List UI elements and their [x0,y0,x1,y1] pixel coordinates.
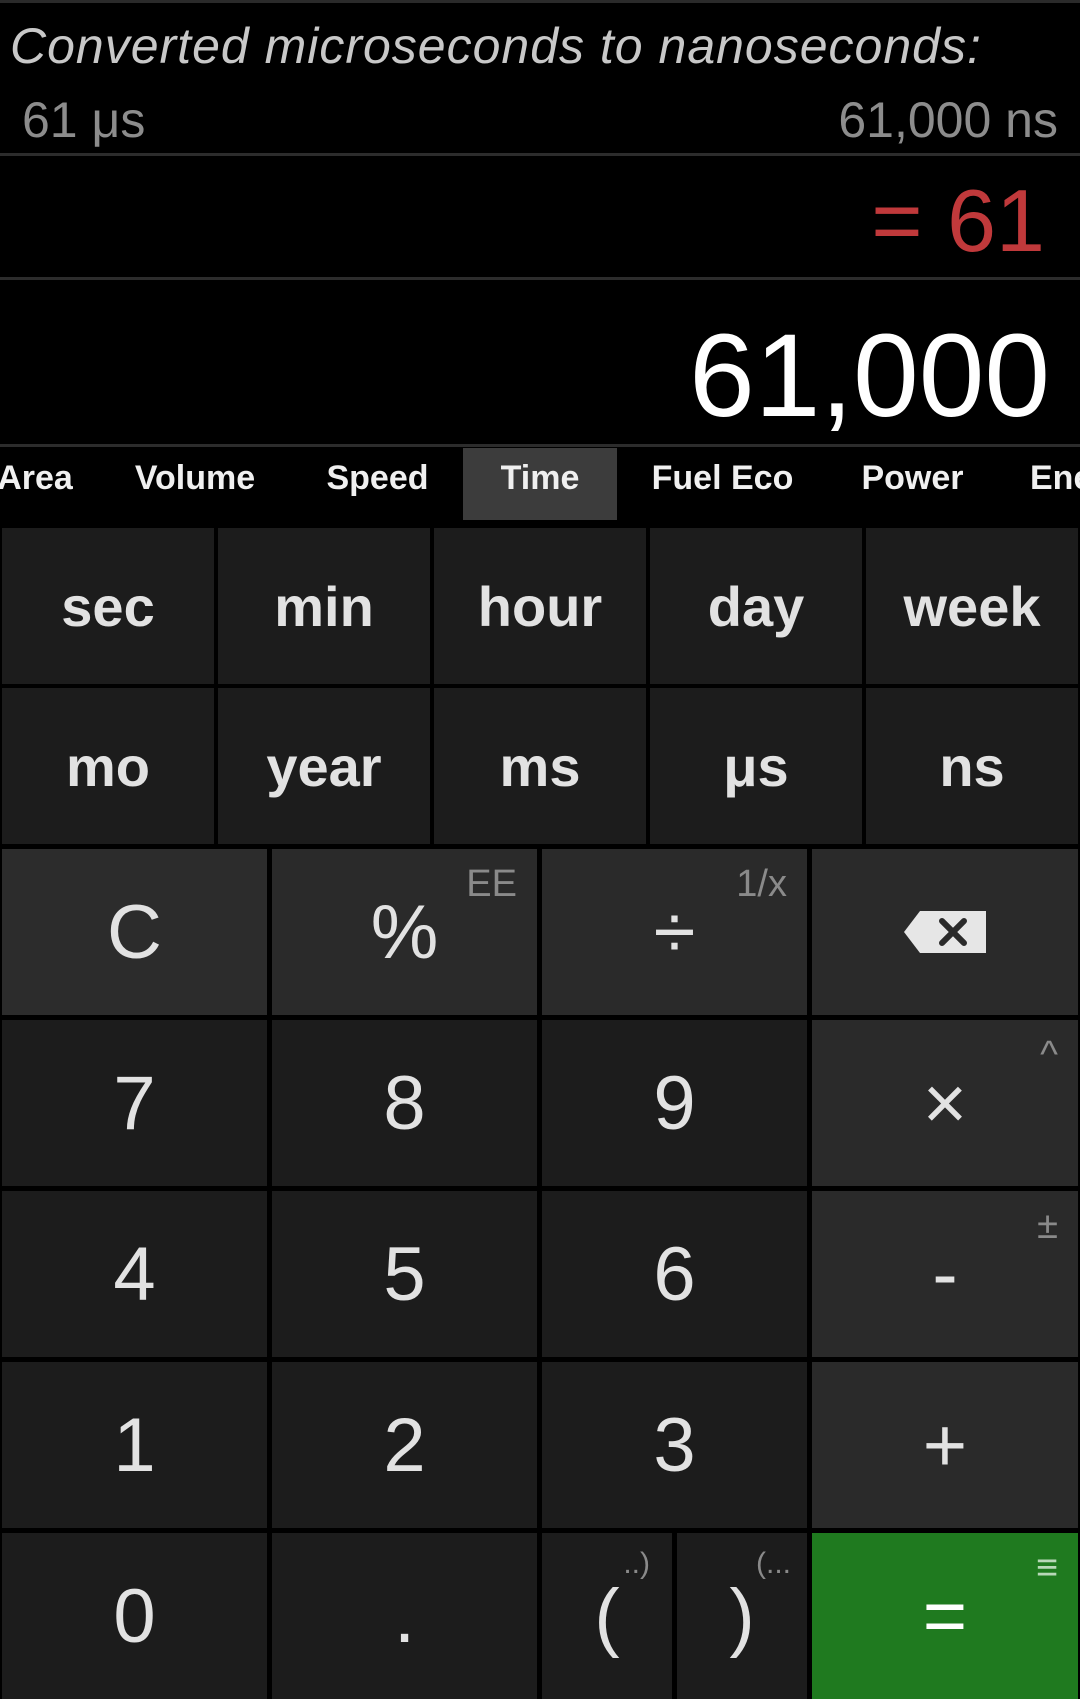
unit-ms-button[interactable]: ms [434,688,646,844]
close-paren-label: ) [729,1573,755,1659]
digit-4-label: 4 [113,1231,156,1317]
expression-value: = 61 [871,171,1045,270]
result-value: 61,000 [689,310,1050,442]
expression-display[interactable]: = 61 [0,156,1080,276]
digit-9-label: 9 [653,1060,696,1146]
backspace-button[interactable] [812,849,1078,1015]
unit-sec-button[interactable]: sec [2,528,214,684]
history-from-value: 61 μs [22,92,146,148]
tab-fuel-eco[interactable]: Fuel Eco [635,448,810,520]
divider [0,444,1080,447]
close-paren-hint: (... [756,1547,791,1580]
unit-ns-button[interactable]: ns [866,688,1078,844]
digit-9-button[interactable]: 9 [542,1020,807,1186]
percent-button[interactable]: % EE [272,849,537,1015]
history-panel[interactable]: Converted microseconds to nanoseconds: 6… [0,0,1080,153]
digit-3-button[interactable]: 3 [542,1362,807,1528]
tab-energy[interactable]: Energy [1030,448,1080,520]
digit-6-label: 6 [653,1231,696,1317]
divide-button[interactable]: ÷ 1/x [542,849,807,1015]
decimal-button[interactable]: . [272,1533,537,1699]
equals-label: = [922,1573,968,1659]
menu-icon: ≡ [1035,1547,1058,1589]
digit-2-button[interactable]: 2 [272,1362,537,1528]
unit-min-button[interactable]: min [218,528,430,684]
clear-button[interactable]: C [2,849,267,1015]
history-title: Converted microseconds to nanoseconds: [10,18,982,74]
plus-label: + [922,1402,968,1488]
multiply-label: × [922,1060,968,1146]
keypad: sec min hour day week mo year ms μs ns C… [0,526,1080,1699]
unit-day-button[interactable]: day [650,528,862,684]
clear-label: C [107,889,162,975]
digit-7-button[interactable]: 7 [2,1020,267,1186]
decimal-label: . [393,1573,416,1659]
unit-week-button[interactable]: week [866,528,1078,684]
ee-label: EE [466,863,517,905]
digit-8-label: 8 [383,1060,426,1146]
tab-time[interactable]: Time [463,448,617,520]
minus-button[interactable]: - ± [812,1191,1078,1357]
digit-4-button[interactable]: 4 [2,1191,267,1357]
percent-label: % [370,889,439,975]
tab-speed[interactable]: Speed [300,448,455,520]
digit-2-label: 2 [383,1402,426,1488]
tab-area[interactable]: Area [0,448,90,520]
open-paren-button[interactable]: ( ..) [542,1533,672,1699]
digit-6-button[interactable]: 6 [542,1191,807,1357]
plus-minus-label: ± [1037,1205,1058,1247]
minus-label: - [932,1231,958,1317]
tab-volume[interactable]: Volume [110,448,280,520]
multiply-button[interactable]: × ^ [812,1020,1078,1186]
backspace-icon [904,911,986,953]
unit-year-button[interactable]: year [218,688,430,844]
digit-3-label: 3 [653,1402,696,1488]
tab-power[interactable]: Power [835,448,990,520]
digit-0-label: 0 [113,1573,156,1659]
open-paren-label: ( [594,1573,620,1659]
digit-7-label: 7 [113,1060,156,1146]
power-label: ^ [1040,1034,1058,1076]
unit-mo-button[interactable]: mo [2,688,214,844]
unit-us-button[interactable]: μs [650,688,862,844]
digit-5-button[interactable]: 5 [272,1191,537,1357]
digit-8-button[interactable]: 8 [272,1020,537,1186]
digit-5-label: 5 [383,1231,426,1317]
digit-1-label: 1 [113,1402,156,1488]
digit-0-button[interactable]: 0 [2,1533,267,1699]
history-to-value: 61,000 ns [838,92,1058,148]
digit-1-button[interactable]: 1 [2,1362,267,1528]
open-paren-hint: ..) [623,1547,650,1580]
unit-hour-button[interactable]: hour [434,528,646,684]
reciprocal-label: 1/x [736,863,787,905]
close-paren-button[interactable]: ) (... [677,1533,807,1699]
equals-button[interactable]: = ≡ [812,1533,1078,1699]
category-tabs: Area Volume Speed Time Fuel Eco Power En… [0,448,1080,522]
plus-button[interactable]: + [812,1362,1078,1528]
divide-label: ÷ [653,889,696,975]
result-display[interactable]: 61,000 [0,280,1080,445]
